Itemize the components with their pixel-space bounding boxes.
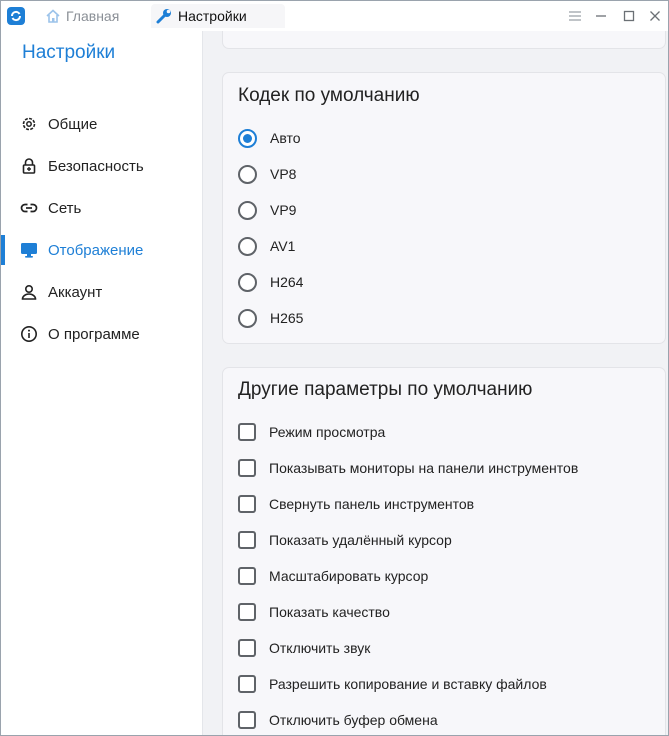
checkbox[interactable] [238, 711, 256, 729]
option-allow-file-copy-paste[interactable]: Разрешить копирование и вставку файлов [238, 672, 547, 696]
option-show-remote-cursor[interactable]: Показать удалённый курсор [238, 528, 452, 552]
radio-unselected[interactable] [238, 236, 257, 256]
option-label: Масштабировать курсор [269, 568, 429, 584]
app-window: Главная Настройки Настройки Общие Безопа… [0, 0, 669, 736]
minimize-button[interactable] [592, 7, 610, 25]
previous-settings-card [222, 31, 666, 49]
codec-option-label: H265 [270, 310, 304, 326]
gear-icon [20, 115, 38, 133]
checkbox[interactable] [238, 567, 256, 585]
checkbox[interactable] [238, 675, 256, 693]
sidebar-item-label: Аккаунт [48, 283, 103, 301]
option-label: Показать удалённый курсор [269, 532, 452, 548]
settings-content[interactable]: Кодек по умолчанию Авто VP8 VP9 AV1 H264 [203, 31, 668, 735]
option-scale-cursor[interactable]: Масштабировать курсор [238, 564, 428, 588]
checkbox[interactable] [238, 531, 256, 549]
link-icon [20, 199, 38, 217]
option-mute-audio[interactable]: Отключить звук [238, 636, 370, 660]
codec-card: Кодек по умолчанию Авто VP8 VP9 AV1 H264 [222, 72, 666, 344]
sidebar-item-general[interactable]: Общие [1, 109, 201, 139]
checkbox[interactable] [238, 495, 256, 513]
sidebar-item-account[interactable]: Аккаунт [1, 277, 201, 307]
sidebar-item-label: Безопасность [48, 157, 144, 175]
radio-selected[interactable] [238, 128, 257, 148]
title-bar: Главная Настройки [1, 1, 668, 31]
checkbox[interactable] [238, 459, 256, 477]
radio-unselected[interactable] [238, 308, 257, 328]
codec-option-label: AV1 [270, 238, 296, 254]
sidebar-item-display[interactable]: Отображение [1, 235, 201, 265]
codec-option-h265[interactable]: H265 [238, 306, 303, 330]
radio-unselected[interactable] [238, 164, 257, 184]
checkbox[interactable] [238, 423, 256, 441]
codec-option-auto[interactable]: Авто [238, 126, 301, 150]
person-icon [20, 283, 38, 301]
home-icon [46, 9, 60, 23]
checkbox[interactable] [238, 639, 256, 657]
option-collapse-toolbar[interactable]: Свернуть панель инструментов [238, 492, 474, 516]
info-icon [20, 325, 38, 343]
option-disable-clipboard[interactable]: Отключить буфер обмена [238, 708, 438, 732]
option-label: Свернуть панель инструментов [269, 496, 475, 512]
option-label: Отключить буфер обмена [269, 712, 438, 728]
other-defaults-card-title: Другие параметры по умолчанию [238, 379, 533, 400]
sidebar-item-label: О программе [48, 325, 140, 343]
codec-option-h264[interactable]: H264 [238, 270, 303, 294]
option-label: Отключить звук [269, 640, 371, 656]
tab-settings[interactable]: Настройки [151, 4, 285, 28]
close-icon [650, 11, 660, 21]
tab-home-label: Главная [66, 8, 120, 24]
option-label: Показывать мониторы на панели инструмент… [269, 460, 579, 476]
sidebar-item-security[interactable]: Безопасность [1, 151, 201, 181]
sidebar-item-label: Сеть [48, 199, 82, 217]
checkbox[interactable] [238, 603, 256, 621]
option-label: Режим просмотра [269, 424, 386, 440]
option-label: Разрешить копирование и вставку файлов [269, 676, 547, 692]
wrench-icon [156, 9, 171, 24]
other-defaults-card: Другие параметры по умолчанию Режим прос… [222, 367, 666, 735]
codec-option-av1[interactable]: AV1 [238, 234, 295, 258]
maximize-icon [623, 10, 635, 22]
codec-option-label: Авто [270, 130, 301, 146]
codec-option-vp8[interactable]: VP8 [238, 162, 296, 186]
monitor-icon [20, 241, 38, 259]
maximize-button[interactable] [620, 7, 638, 25]
radio-unselected[interactable] [238, 200, 257, 220]
sidebar-item-label: Отображение [48, 241, 144, 259]
option-label: Показать качество [269, 604, 390, 620]
sidebar: Настройки Общие Безопасность Сеть Отобра… [1, 31, 203, 735]
minimize-icon [596, 15, 606, 17]
codec-option-vp9[interactable]: VP9 [238, 198, 296, 222]
radio-unselected[interactable] [238, 272, 257, 292]
sidebar-item-label: Общие [48, 115, 98, 133]
codec-card-title: Кодек по умолчанию [238, 85, 420, 106]
menu-button[interactable] [566, 7, 584, 25]
close-button[interactable] [646, 7, 664, 25]
sidebar-title: Настройки [22, 42, 116, 63]
codec-option-label: VP8 [270, 166, 297, 182]
sidebar-item-about[interactable]: О программе [1, 319, 201, 349]
app-logo-icon [7, 7, 25, 25]
tab-home[interactable]: Главная [41, 4, 141, 28]
option-show-quality[interactable]: Показать качество [238, 600, 390, 624]
sidebar-item-network[interactable]: Сеть [1, 193, 201, 223]
tab-settings-label: Настройки [178, 8, 247, 24]
codec-option-label: VP9 [270, 202, 297, 218]
option-view-mode[interactable]: Режим просмотра [238, 420, 385, 444]
option-show-monitors[interactable]: Показывать мониторы на панели инструмент… [238, 456, 578, 480]
lock-icon [20, 157, 38, 175]
menu-icon [569, 11, 581, 21]
codec-option-label: H264 [270, 274, 304, 290]
